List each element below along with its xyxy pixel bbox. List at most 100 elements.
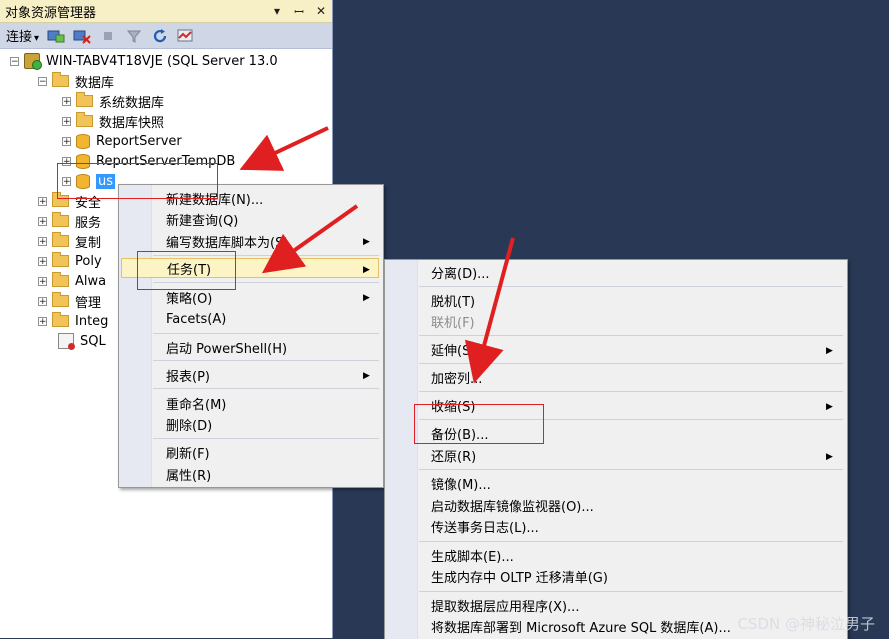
menu-item-powershell[interactable]: 启动 PowerShell(H)	[166, 337, 287, 357]
expand-icon[interactable]: +	[62, 136, 71, 146]
annotation-box-tasks	[137, 251, 236, 290]
polybase-label: Poly	[75, 253, 102, 269]
folder-icon	[52, 72, 69, 87]
menu-gutter	[119, 185, 152, 487]
folder-icon	[52, 232, 69, 247]
menu-item-rename[interactable]: 重命名(M)	[166, 393, 226, 413]
folder-icon	[52, 212, 69, 227]
dropdown-icon[interactable]: ▾	[266, 4, 288, 18]
connect-server-icon[interactable]	[47, 28, 65, 44]
server-objects-label: 服务	[75, 215, 102, 231]
menu-item-extract-dac[interactable]: 提取数据层应用程序(X)...	[431, 595, 579, 615]
menu-item-delete[interactable]: 删除(D)	[166, 414, 212, 434]
tree-node-reportserver[interactable]: + ReportServer	[62, 131, 182, 151]
expand-icon[interactable]: +	[62, 96, 71, 106]
activity-monitor-icon[interactable]	[177, 28, 195, 44]
menu-separator	[153, 388, 379, 389]
folder-icon	[76, 92, 93, 107]
connect-button[interactable]: 连接 ▾	[6, 26, 39, 45]
menu-item-oltp-checklist[interactable]: 生成内存中 OLTP 迁移清单(G)	[431, 566, 608, 586]
menu-separator	[153, 438, 379, 439]
server-label: WIN-TABV4T18VJE (SQL Server 13.0	[46, 53, 278, 69]
panel-title-bar: 对象资源管理器 ▾ ꟷ ✕	[0, 0, 332, 23]
expand-icon[interactable]: +	[38, 276, 47, 286]
menu-item-log-shipping[interactable]: 传送事务日志(L)...	[431, 516, 539, 536]
expand-icon[interactable]: +	[38, 196, 47, 206]
snapshots-label: 数据库快照	[99, 115, 165, 131]
disconnect-icon[interactable]	[73, 28, 91, 44]
tree-node-system-databases[interactable]: + 系统数据库	[62, 91, 164, 111]
stop-icon	[99, 28, 117, 44]
menu-item-properties[interactable]: 属性(R)	[166, 464, 211, 484]
panel-title: 对象资源管理器	[5, 5, 97, 21]
submenu-arrow-icon: ▶	[826, 452, 833, 462]
menu-item-encrypt-columns[interactable]: 加密列...	[431, 367, 482, 387]
tasks-submenu: 分离(D)... 脱机(T) 联机(F) 延伸(S) ▶ 加密列... 收缩(S…	[384, 259, 848, 639]
replication-label: 复制	[75, 235, 102, 251]
menu-item-policies[interactable]: 策略(O)	[166, 287, 212, 307]
menu-separator	[419, 286, 843, 287]
folder-icon	[52, 272, 69, 287]
connect-label: 连接	[6, 30, 33, 45]
submenu-arrow-icon: ▶	[363, 237, 370, 247]
expand-icon[interactable]: +	[38, 216, 47, 226]
menu-item-restore[interactable]: 还原(R)	[431, 445, 476, 465]
management-label: 管理	[75, 295, 102, 311]
menu-item-new-query[interactable]: 新建查询(Q)	[166, 209, 238, 229]
menu-item-take-offline[interactable]: 脱机(T)	[431, 290, 475, 310]
watermark: CSDN @神秘泣男子	[737, 615, 875, 633]
menu-item-detach[interactable]: 分离(D)...	[431, 262, 490, 282]
databases-label: 数据库	[75, 75, 115, 91]
tree-node-integration[interactable]: + Integ	[38, 311, 108, 331]
integration-label: Integ	[75, 313, 109, 329]
expand-icon[interactable]: +	[38, 256, 47, 266]
refresh-icon[interactable]	[151, 28, 169, 44]
menu-separator	[419, 469, 843, 470]
tree-node-always-on[interactable]: + Alwa	[38, 271, 106, 291]
tree-node-sql-agent[interactable]: SQL	[58, 331, 106, 351]
sql-agent-label: SQL	[80, 333, 106, 349]
menu-separator	[419, 541, 843, 542]
system-databases-label: 系统数据库	[99, 95, 165, 111]
tree-node-databases[interactable]: − 数据库	[38, 71, 114, 91]
menu-item-script-as[interactable]: 编写数据库脚本为(S)	[166, 231, 288, 251]
menu-item-reports[interactable]: 报表(P)	[166, 365, 210, 385]
tree-node-replication[interactable]: + 复制	[38, 231, 101, 251]
menu-item-bring-online: 联机(F)	[431, 315, 475, 331]
menu-item-mirror-monitor[interactable]: 启动数据库镜像监视器(O)...	[431, 495, 594, 515]
expand-icon[interactable]: +	[38, 236, 47, 246]
pin-icon[interactable]: ꟷ	[288, 3, 310, 20]
always-on-label: Alwa	[75, 273, 107, 289]
expand-icon[interactable]: +	[38, 296, 47, 306]
menu-item-refresh[interactable]: 刷新(F)	[166, 442, 210, 462]
menu-item-stretch[interactable]: 延伸(S)	[431, 339, 475, 359]
database-icon	[76, 133, 90, 149]
reportserver-label: ReportServer	[96, 133, 182, 149]
tree-node-management[interactable]: + 管理	[38, 291, 101, 311]
menu-item-deploy-azure[interactable]: 将数据库部署到 Microsoft Azure SQL 数据库(A)...	[431, 616, 731, 636]
expand-icon[interactable]: +	[62, 116, 71, 126]
collapse-icon[interactable]: −	[38, 76, 47, 86]
expand-icon[interactable]: +	[38, 316, 47, 326]
chevron-down-icon: ▾	[34, 33, 40, 44]
submenu-arrow-icon: ▶	[826, 402, 833, 412]
filter-icon[interactable]	[125, 28, 143, 44]
collapse-icon[interactable]: −	[10, 56, 19, 66]
menu-item-mirror[interactable]: 镜像(M)...	[431, 473, 491, 493]
database-context-menu: 新建数据库(N)... 新建查询(Q) 编写数据库脚本为(S) ▶ 任务(T) …	[118, 184, 384, 488]
tree-node-server-objects[interactable]: + 服务	[38, 211, 101, 231]
menu-separator	[419, 335, 843, 336]
menu-gutter	[385, 260, 418, 639]
menu-separator	[419, 591, 843, 592]
tree-node-polybase[interactable]: + Poly	[38, 251, 102, 271]
submenu-arrow-icon: ▶	[363, 265, 370, 275]
folder-icon	[52, 292, 69, 307]
menu-separator	[153, 360, 379, 361]
sql-agent-icon	[58, 333, 75, 350]
menu-item-facets[interactable]: Facets(A)	[166, 309, 226, 329]
folder-icon	[52, 312, 69, 327]
tree-node-snapshots[interactable]: + 数据库快照	[62, 111, 164, 131]
close-icon[interactable]: ✕	[310, 4, 332, 18]
tree-node-server[interactable]: − WIN-TABV4T18VJE (SQL Server 13.0	[10, 51, 278, 71]
menu-item-generate-scripts[interactable]: 生成脚本(E)...	[431, 545, 514, 565]
